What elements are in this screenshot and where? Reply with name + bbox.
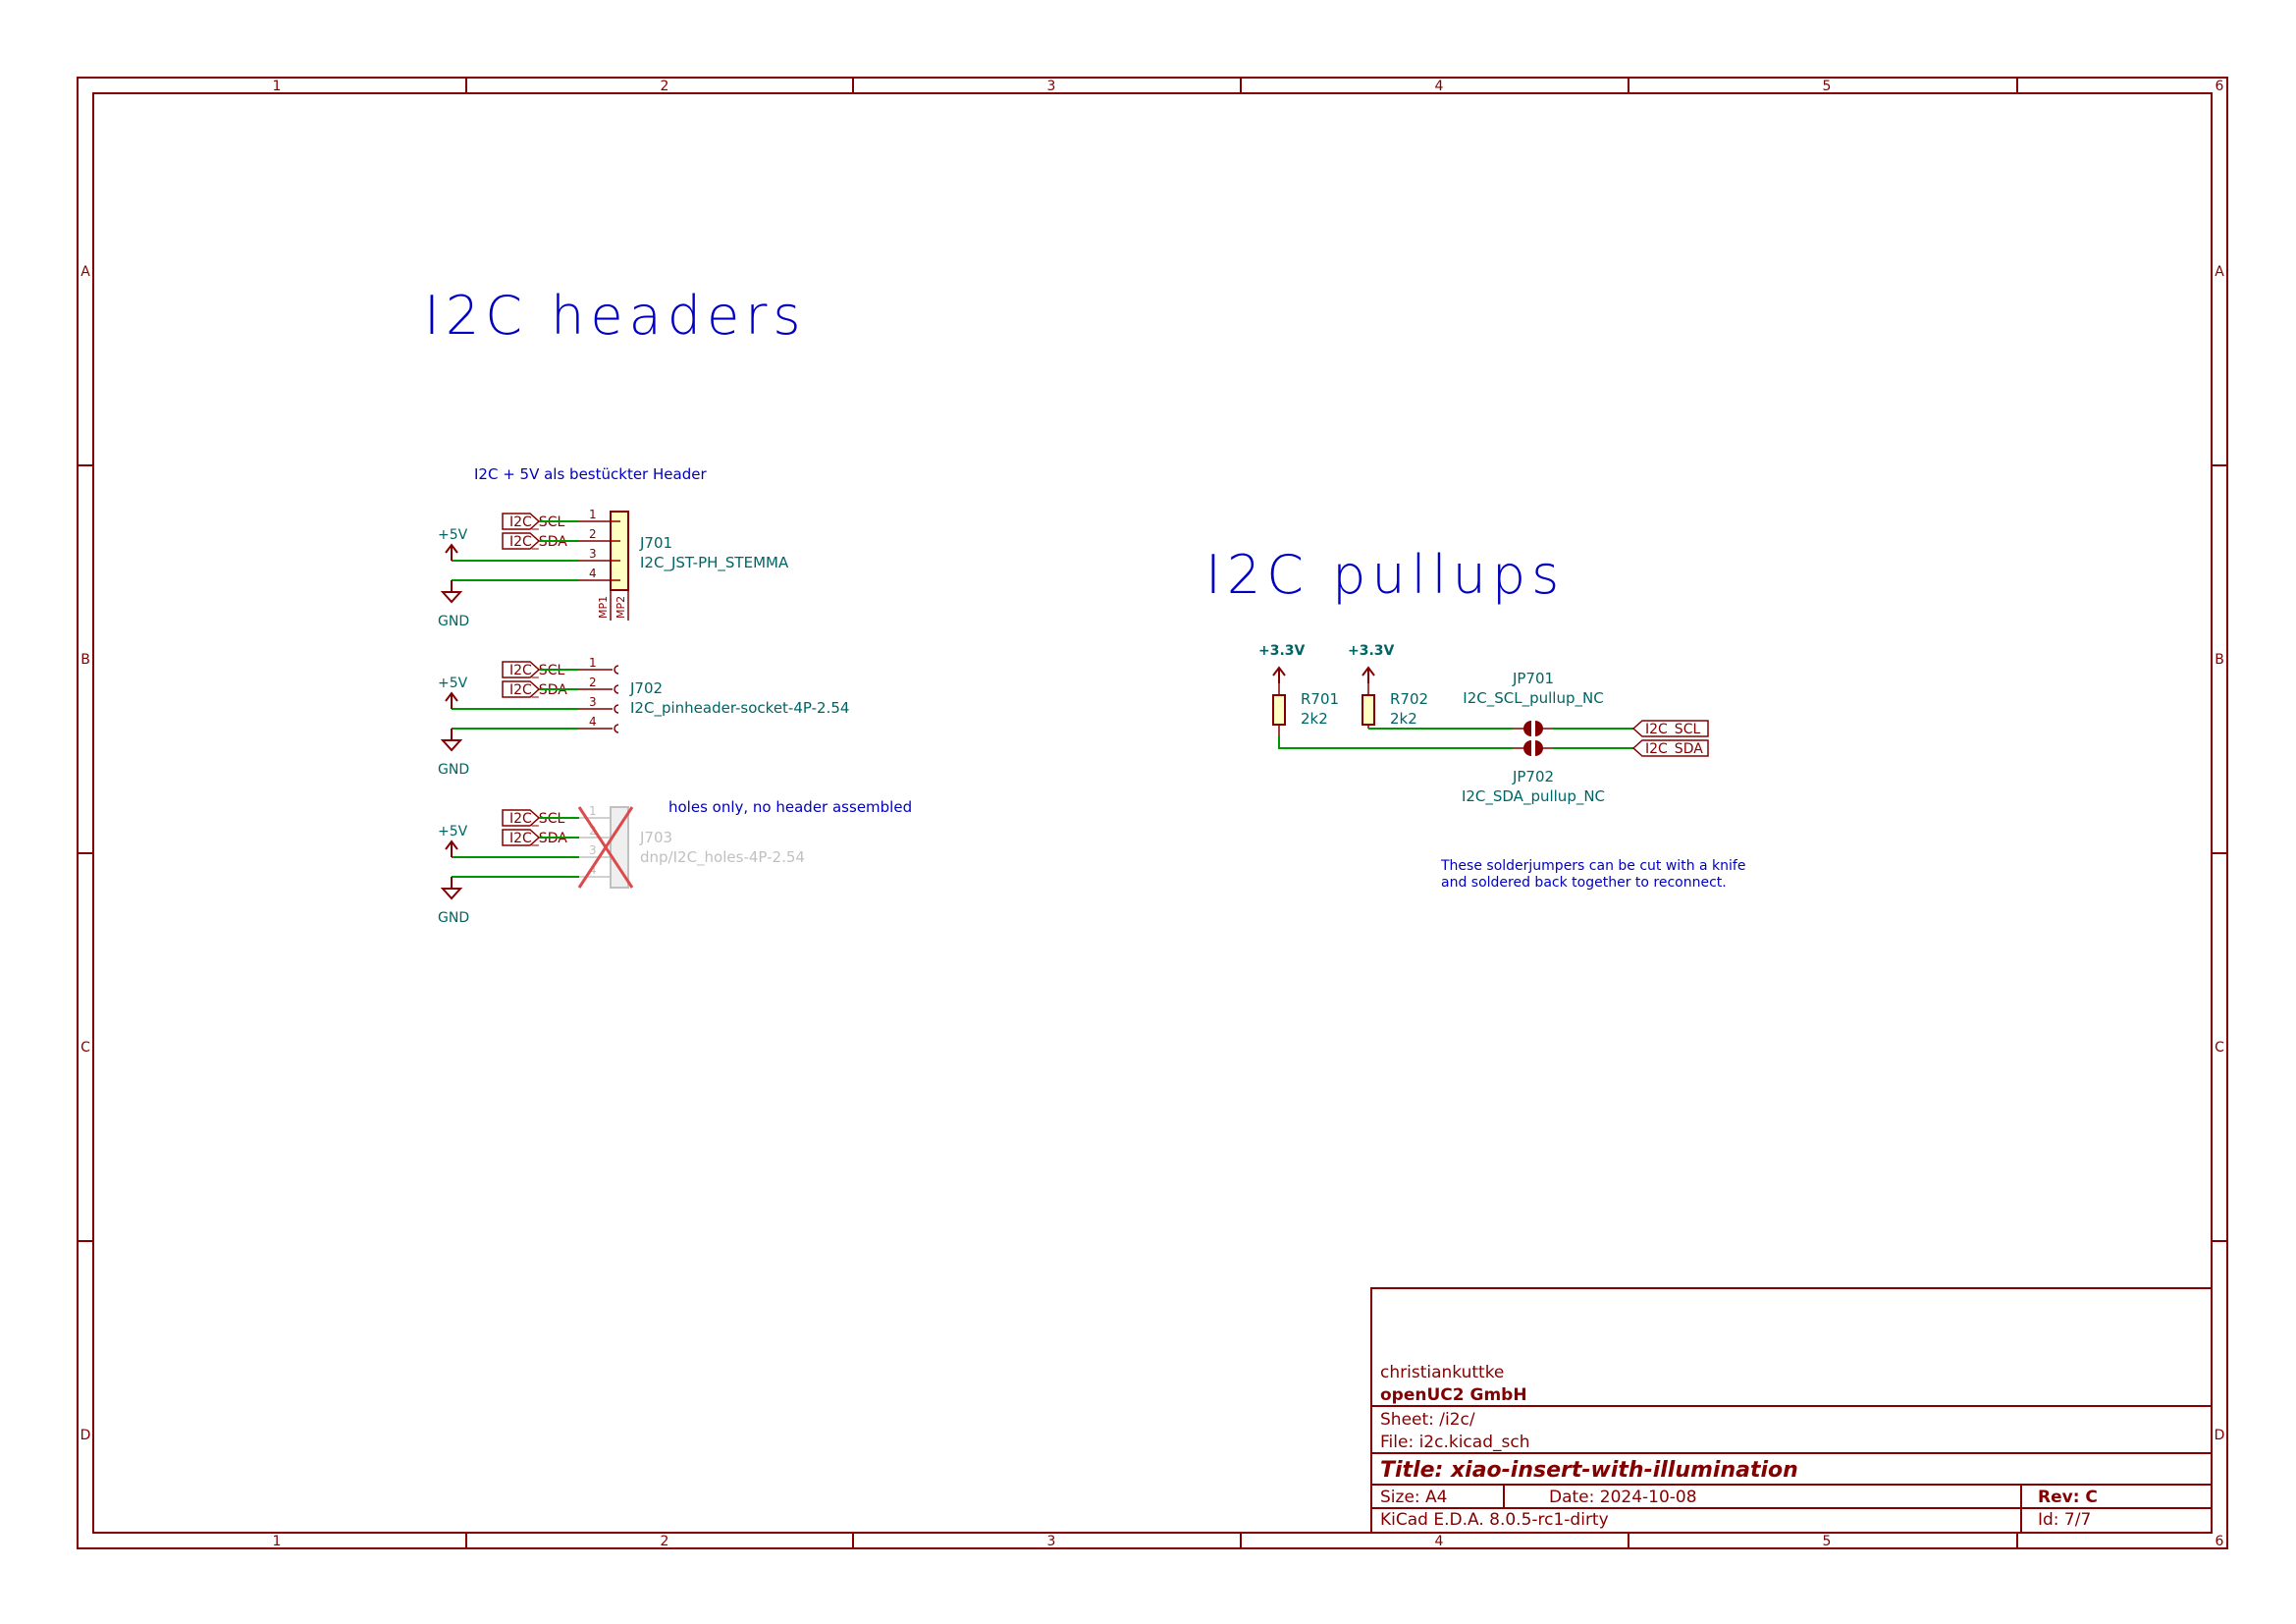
- frame-col-label: 1: [273, 1534, 282, 1549]
- connector-j702[interactable]: I2C_SCL I2C_SDA 1 2 3 4 J702 I2C_pinhead…: [438, 656, 849, 778]
- frame-row-label: D: [2215, 1428, 2225, 1443]
- pin-number: 2: [589, 527, 597, 541]
- power-gnd: GND: [438, 580, 469, 629]
- title-block: christiankuttke openUC2 GmbH Sheet: /i2c…: [1370, 1287, 2213, 1534]
- frame-row-label: C: [2215, 1040, 2224, 1056]
- resistor-r701[interactable]: R701 2k2: [1272, 683, 1339, 736]
- note-jumpers-line1: These solderjumpers can be cut with a kn…: [1440, 858, 1745, 874]
- power-label: +5V: [438, 824, 468, 839]
- component-value: I2C_SDA_pullup_NC: [1462, 787, 1605, 806]
- pin-number: 1: [589, 656, 597, 670]
- net-label-sda[interactable]: I2C_SDA: [1631, 739, 1709, 757]
- component-ref: J702: [629, 679, 663, 697]
- power-5v: +5V: [438, 824, 468, 858]
- frame-col-label: 5: [1823, 79, 1832, 94]
- frame-col-label: 2: [661, 1534, 669, 1549]
- power-gnd: GND: [438, 877, 469, 926]
- component-ref: R702: [1390, 690, 1428, 708]
- power-gnd: GND: [438, 729, 469, 778]
- note-header: I2C + 5V als bestückter Header: [474, 465, 707, 483]
- frame-row-label: D: [80, 1428, 91, 1443]
- title-company: openUC2 GmbH: [1380, 1385, 1527, 1405]
- component-value: I2C_pinheader-socket-4P-2.54: [630, 699, 849, 718]
- title-rev: Rev: C: [2038, 1488, 2098, 1507]
- title-date: Date: 2024-10-08: [1549, 1488, 1697, 1507]
- power-label: GND: [438, 910, 469, 926]
- mounting-pin-label: MP2: [614, 596, 627, 619]
- title-sheet: Sheet: /i2c/: [1380, 1410, 1475, 1430]
- heading-i2c-pullups: I2C pullups: [1205, 544, 1565, 606]
- power-label: GND: [438, 614, 469, 629]
- power-label: +5V: [438, 676, 468, 691]
- frame-row-label: A: [2215, 264, 2224, 280]
- pin-number: 3: [589, 547, 597, 561]
- solder-jumper-jp701[interactable]: JP701 I2C_SCL_pullup_NC: [1463, 670, 1604, 736]
- frame-col-label: 4: [1435, 79, 1444, 94]
- component-value: dnp/I2C_holes-4P-2.54: [640, 848, 805, 867]
- heading-i2c-headers: I2C headers: [424, 285, 807, 347]
- connector-j701[interactable]: I2C_SCL I2C_SDA 1 2 3 4 MP1 MP2 J701 I2C…: [438, 508, 789, 629]
- component-ref: JP702: [1512, 768, 1554, 785]
- frame-col-label: 4: [1435, 1534, 1444, 1549]
- pin-number: 4: [589, 567, 597, 580]
- drawing-frame: 1 2 3 4 5 6 1 2 3 4 5 6 A B C D A B C D: [77, 77, 2228, 1549]
- component-ref: J701: [639, 534, 672, 552]
- title-file: File: i2c.kicad_sch: [1380, 1433, 1529, 1452]
- title-author: christiankuttke: [1380, 1363, 1504, 1382]
- pin-number: 1: [589, 508, 597, 521]
- title-id: Id: 7/7: [2038, 1510, 2091, 1530]
- pin-number: 3: [589, 695, 597, 709]
- power-3v3: +3.3V: [1258, 643, 1306, 684]
- pin-number: 2: [589, 676, 597, 689]
- component-value: 2k2: [1301, 710, 1328, 728]
- power-label: GND: [438, 762, 469, 778]
- note-holes: holes only, no header assembled: [668, 798, 912, 816]
- pin-number: 1: [589, 804, 597, 818]
- power-3v3: +3.3V: [1348, 643, 1395, 684]
- net-label-text: I2C_SDA: [1645, 741, 1703, 757]
- pin-number: 3: [589, 843, 597, 857]
- frame-col-label: 6: [2216, 1534, 2224, 1549]
- net-label-scl[interactable]: I2C_SCL: [1631, 720, 1709, 737]
- power-5v: +5V: [438, 527, 468, 562]
- connector-j703[interactable]: I2C_SCL I2C_SDA 1 2 3 4 J703 dnp/I2C_hol…: [438, 804, 805, 926]
- frame-row-label: A: [80, 264, 90, 280]
- schematic-sheet: 1 2 3 4 5 6 1 2 3 4 5 6 A B C D A B C D …: [77, 77, 2228, 1549]
- resistor-r702[interactable]: R702 2k2: [1362, 683, 1428, 729]
- frame-col-label: 3: [1047, 79, 1056, 94]
- frame-col-label: 3: [1047, 1534, 1056, 1549]
- component-value: I2C_SCL_pullup_NC: [1463, 689, 1603, 708]
- note-jumpers-line2: and soldered back together to reconnect.: [1441, 875, 1727, 891]
- title-tool: KiCad E.D.A. 8.0.5-rc1-dirty: [1380, 1510, 1609, 1530]
- power-label: +5V: [438, 527, 468, 543]
- frame-row-label: B: [80, 652, 90, 668]
- pullup-circuit: +3.3V +3.3V R701 2k2 R702 2k2 JP701 I2C_…: [1258, 643, 1709, 806]
- solder-jumper-jp702[interactable]: JP702 I2C_SDA_pullup_NC: [1462, 740, 1605, 806]
- component-ref: R701: [1301, 690, 1339, 708]
- net-label-text: I2C_SCL: [1645, 722, 1700, 737]
- component-value: 2k2: [1390, 710, 1417, 728]
- power-label: +3.3V: [1258, 643, 1306, 659]
- component-ref: J703: [639, 829, 672, 846]
- title-size: Size: A4: [1380, 1488, 1447, 1507]
- component-ref: JP701: [1512, 670, 1554, 687]
- frame-col-label: 6: [2216, 79, 2224, 94]
- frame-col-label: 2: [661, 79, 669, 94]
- power-label: +3.3V: [1348, 643, 1395, 659]
- title-title: Title: xiao-insert-with-illumination: [1380, 1458, 1798, 1483]
- power-5v: +5V: [438, 676, 468, 710]
- frame-col-label: 5: [1823, 1534, 1832, 1549]
- frame-row-label: B: [2215, 652, 2224, 668]
- connector-body: [610, 511, 629, 591]
- component-value: I2C_JST-PH_STEMMA: [640, 554, 789, 572]
- frame-col-label: 1: [273, 79, 282, 94]
- frame-row-label: C: [80, 1040, 90, 1056]
- pin-number: 4: [589, 715, 597, 729]
- mounting-pin-label: MP1: [597, 596, 610, 619]
